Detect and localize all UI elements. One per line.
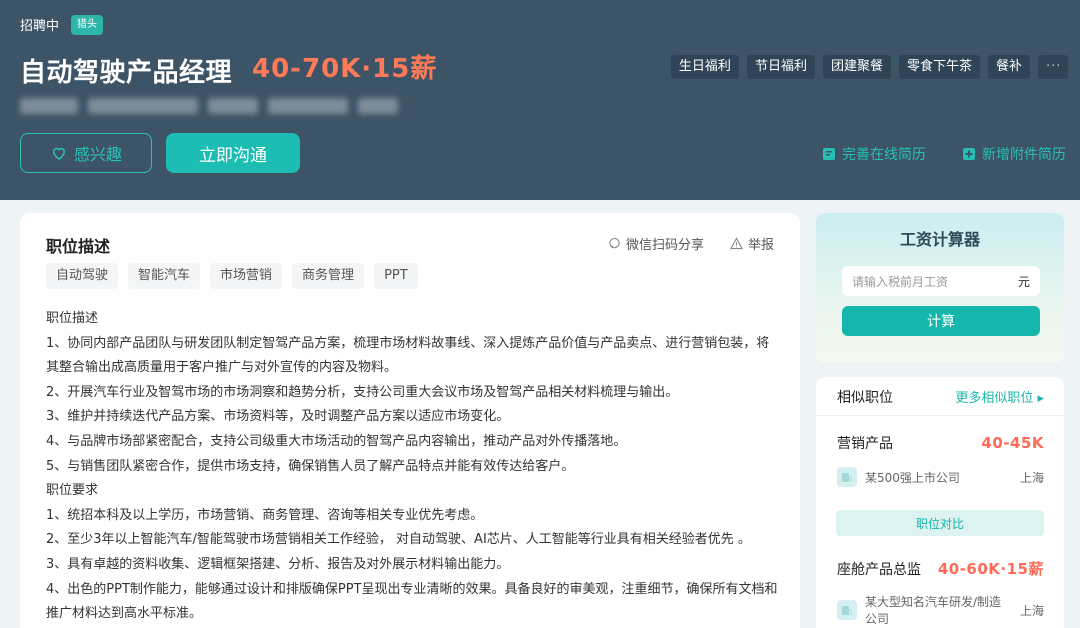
skill-tags: 自动驾驶 智能汽车 市场营销 商务管理 PPT bbox=[46, 263, 418, 289]
welfare-tags: 生日福利 节日福利 团建聚餐 零食下午茶 餐补 ··· bbox=[670, 55, 1068, 79]
resume-links: 完善在线简历 新增附件简历 bbox=[822, 144, 1066, 164]
similar-job-item[interactable]: 营销产品 40-45K 某500强上市公司 上海 bbox=[837, 433, 1044, 487]
monthly-salary-input[interactable]: 请输入税前月工资 元 bbox=[842, 266, 1040, 296]
description-line: 1、协同内部产品团队与研发团队制定智驾产品方案，梳理市场材料故事线、深入提炼产品… bbox=[46, 335, 770, 376]
description-line: 职位要求 bbox=[46, 483, 99, 499]
complete-resume-link[interactable]: 完善在线简历 bbox=[822, 144, 926, 164]
description-line: 职位描述 bbox=[46, 311, 99, 326]
similar-job-item[interactable]: 座舱产品总监 40-60K·15薪 某大型知名汽车研发/制造公司 上海 bbox=[837, 558, 1044, 627]
headhunter-badge: 猎头 bbox=[71, 15, 103, 35]
similar-header: 相似职位 更多相似职位 ▸ bbox=[837, 387, 1044, 407]
description-line: 4、与品牌市场部紧密配合，支持公司级重大市场活动的智驾产品内容输出，推动产品对外… bbox=[46, 433, 627, 449]
similar-jobs-card: 相似职位 更多相似职位 ▸ 营销产品 40-45K 某500强上市公司 上海 职… bbox=[816, 377, 1064, 628]
complete-resume-label: 完善在线简历 bbox=[842, 147, 926, 163]
divider bbox=[816, 415, 1064, 416]
description-line: 2、至少3年以上智能汽车/智能驾驶市场营销相关工作经验， 对自动驾驶、AI芯片、… bbox=[46, 532, 751, 548]
similar-title: 相似职位 bbox=[837, 390, 893, 406]
welfare-tag: 餐补 bbox=[987, 55, 1030, 79]
report-button[interactable]: 举报 bbox=[729, 234, 774, 253]
salary-input-placeholder: 请输入税前月工资 bbox=[852, 274, 949, 289]
add-attachment-label: 新增附件简历 bbox=[982, 147, 1066, 163]
similar-job-salary: 40-45K bbox=[981, 434, 1044, 452]
job-description-card: 职位描述 微信扫码分享 举报 自动驾驶 智能汽车 市场营销 商务管理 PPT 职… bbox=[20, 213, 800, 628]
similar-job-company: 某大型知名汽车研发/制造公司 bbox=[865, 595, 1002, 626]
add-attachment-link[interactable]: 新增附件简历 bbox=[962, 144, 1066, 164]
salary-calculator: 工资计算器 请输入税前月工资 元 计算 bbox=[816, 213, 1064, 363]
skill-tag: 商务管理 bbox=[292, 263, 365, 289]
company-logo-icon bbox=[837, 600, 857, 620]
job-title: 自动驾驶产品经理 bbox=[20, 58, 233, 88]
warning-icon bbox=[729, 237, 743, 250]
skill-tag: PPT bbox=[374, 263, 418, 289]
chat-now-button[interactable]: 立即沟通 bbox=[166, 133, 300, 173]
welfare-more-button[interactable]: ··· bbox=[1038, 55, 1068, 79]
interest-label: 感兴趣 bbox=[73, 145, 122, 164]
description-line: 1、统招本科及以上学历，市场营销、商务管理、咨询等相关专业优先考虑。 bbox=[46, 507, 484, 523]
skill-tag: 智能汽车 bbox=[128, 263, 201, 289]
report-label: 举报 bbox=[747, 238, 774, 253]
similar-job-salary: 40-60K·15薪 bbox=[937, 560, 1044, 578]
salary: 40-70K·15薪 bbox=[252, 54, 438, 84]
description-line: 3、维护并持续迭代产品方案、市场资料等，及时调整产品方案以适应市场变化。 bbox=[46, 409, 510, 425]
welfare-tag: 生日福利 bbox=[670, 55, 739, 79]
welfare-tag: 零食下午茶 bbox=[898, 55, 980, 79]
wechat-share-button[interactable]: 微信扫码分享 bbox=[608, 234, 704, 253]
card-actions: 微信扫码分享 举报 bbox=[608, 234, 774, 253]
description-line: 2、开展汽车行业及智驾市场的市场洞察和趋势分析，支持公司重大会议市场及智驾产品相… bbox=[46, 384, 679, 400]
section-title: 职位描述 bbox=[46, 237, 111, 256]
share-label: 微信扫码分享 bbox=[625, 238, 704, 253]
more-similar-link[interactable]: 更多相似职位 ▸ bbox=[955, 387, 1044, 407]
similar-job-city: 上海 bbox=[1019, 603, 1044, 618]
interest-button[interactable]: 感兴趣 bbox=[20, 133, 152, 173]
recruiting-status: 招聘中 bbox=[20, 19, 60, 34]
more-similar-label: 更多相似职位 bbox=[955, 391, 1034, 406]
similar-job-company: 某500强上市公司 bbox=[865, 470, 960, 485]
description-line: 4、出色的PPT制作能力，能够通过设计和排版确保PPT呈现出专业清晰的效果。具备… bbox=[46, 581, 778, 622]
welfare-tag: 团建聚餐 bbox=[822, 55, 891, 79]
calculate-button[interactable]: 计算 bbox=[842, 306, 1040, 336]
job-description-text: 职位描述 1、协同内部产品团队与研发团队制定智驾产品方案，梳理市场材料故事线、深… bbox=[46, 307, 781, 627]
calculator-title: 工资计算器 bbox=[899, 230, 980, 249]
job-header: 招聘中 猎头 自动驾驶产品经理 40-70K·15薪 生日福利 节日福利 团建聚… bbox=[0, 0, 1080, 200]
welfare-tag: 节日福利 bbox=[746, 55, 815, 79]
currency-unit: 元 bbox=[1017, 274, 1030, 289]
description-line: 3、具有卓越的资料收集、逻辑框架搭建、分析、报告及对外展示材料输出能力。 bbox=[46, 556, 510, 572]
company-logo-icon bbox=[837, 467, 857, 487]
skill-tag: 自动驾驶 bbox=[46, 263, 119, 289]
attachment-icon bbox=[963, 148, 975, 160]
skill-tag: 市场营销 bbox=[210, 263, 283, 289]
description-line: 5、与销售团队紧密合作，提供市场支持，确保销售人员了解产品特点并能有效传达给客户… bbox=[46, 458, 575, 474]
heart-icon bbox=[52, 147, 65, 160]
similar-job-city: 上海 bbox=[1019, 470, 1044, 485]
chevron-right-icon: ▸ bbox=[1033, 391, 1044, 406]
blurred-job-info bbox=[20, 95, 404, 117]
similar-job-name: 营销产品 bbox=[837, 436, 893, 452]
resume-doc-icon bbox=[823, 148, 835, 160]
compare-jobs-button[interactable]: 职位对比 bbox=[836, 510, 1044, 536]
wechat-icon bbox=[609, 237, 620, 249]
similar-job-name: 座舱产品总监 bbox=[837, 562, 921, 578]
